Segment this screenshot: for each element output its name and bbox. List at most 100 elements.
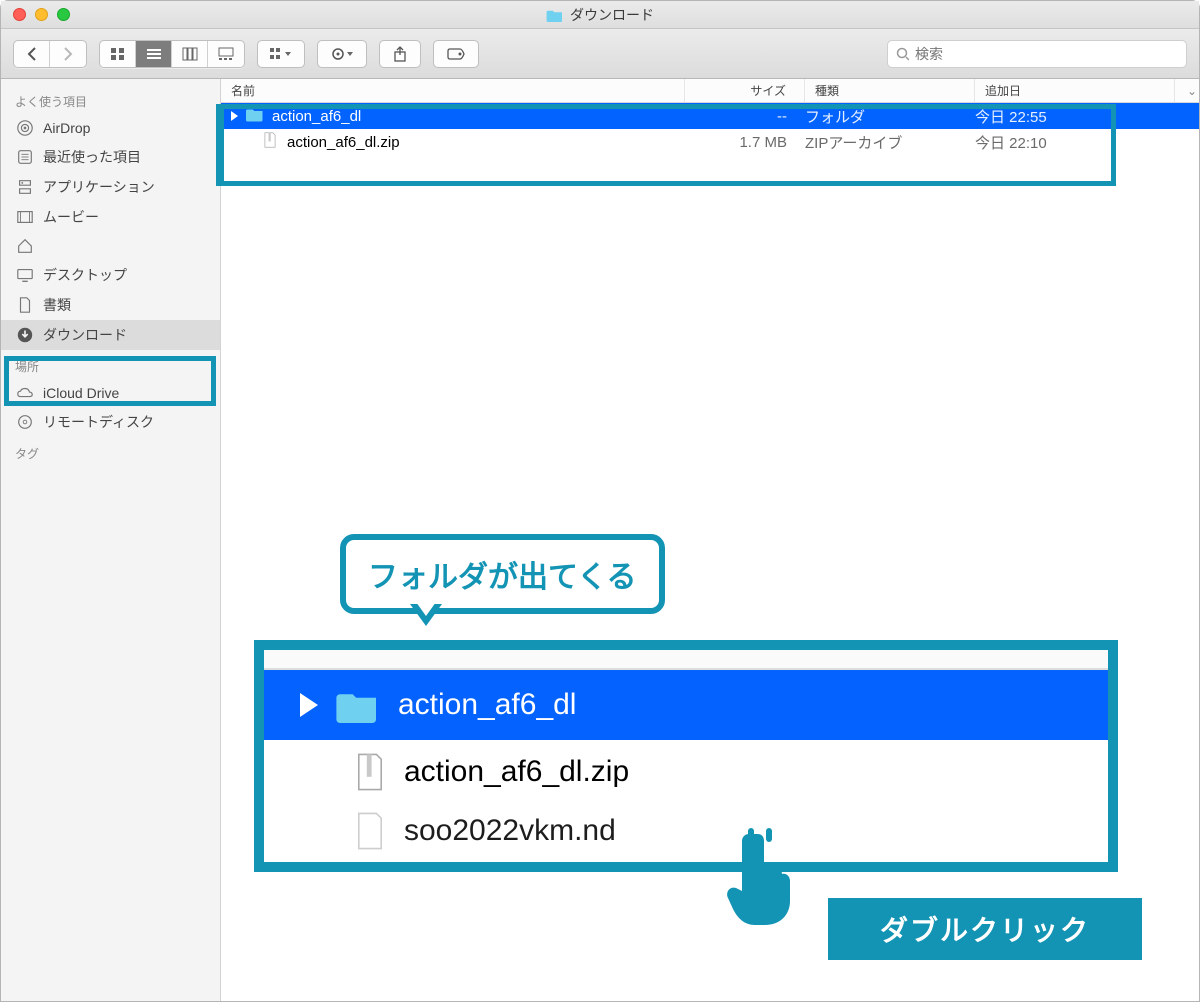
desktop-icon xyxy=(15,266,35,284)
column-kind[interactable]: 種類 xyxy=(805,79,975,102)
sidebar-item-airdrop[interactable]: AirDrop xyxy=(1,114,220,142)
file-row-zip[interactable]: action_af6_dl.zip 1.7 MB ZIPアーカイブ 今日 22:… xyxy=(221,129,1199,155)
list-icon xyxy=(146,47,162,61)
column-sort-indicator[interactable]: ⌄ xyxy=(1175,79,1199,102)
sidebar-item-label: リモートディスク xyxy=(43,412,154,432)
file-size: -- xyxy=(685,108,805,125)
tag-icon xyxy=(446,47,466,61)
group-icon xyxy=(270,47,292,61)
recents-icon xyxy=(15,148,35,166)
grid-icon xyxy=(110,47,126,61)
disclosure-triangle-icon[interactable] xyxy=(231,111,238,121)
file-name: action_af6_dl xyxy=(272,108,361,125)
zoom-window-button[interactable] xyxy=(57,8,70,21)
column-headers: 名前 サイズ 種類 追加日 ⌄ xyxy=(221,79,1199,103)
group-by-button[interactable] xyxy=(257,40,305,68)
sidebar-item-remote-disc[interactable]: リモートディスク xyxy=(1,407,220,437)
movies-icon xyxy=(15,208,35,226)
chevron-right-icon xyxy=(62,47,74,61)
disc-icon xyxy=(15,413,35,431)
file-kind: フォルダ xyxy=(805,106,975,127)
home-icon xyxy=(15,237,35,255)
sidebar-item-recents[interactable]: 最近使った項目 xyxy=(1,142,220,172)
toolbar xyxy=(1,29,1199,79)
share-icon xyxy=(392,46,408,62)
column-view-button[interactable] xyxy=(172,41,208,67)
action-menu-button[interactable] xyxy=(317,40,367,68)
chevron-left-icon xyxy=(26,47,38,61)
annotation-double-click-label: ダブルクリック xyxy=(828,898,1142,960)
annotation-callout-tail xyxy=(410,604,442,626)
forward-button[interactable] xyxy=(50,41,86,67)
sidebar-section-locations: 場所 xyxy=(1,350,220,379)
tags-button[interactable] xyxy=(433,40,479,68)
sidebar-item-label: 書類 xyxy=(43,295,71,315)
view-mode-buttons xyxy=(99,40,245,68)
file-date: 今日 22:10 xyxy=(975,132,1199,153)
icloud-icon xyxy=(15,384,35,402)
file-icon xyxy=(354,811,386,851)
back-button[interactable] xyxy=(14,41,50,67)
gallery-icon xyxy=(218,47,234,61)
sidebar-item-desktop[interactable]: デスクトップ xyxy=(1,260,220,290)
downloads-icon xyxy=(15,326,35,344)
sidebar-section-tags: タグ xyxy=(1,437,220,466)
file-name: action_af6_dl.zip xyxy=(287,134,400,151)
zoom-file-name: action_af6_dl xyxy=(398,688,576,722)
share-button[interactable] xyxy=(379,40,421,68)
minimize-window-button[interactable] xyxy=(35,8,48,21)
sidebar-item-label: ダウンロード xyxy=(43,325,127,345)
sidebar-item-label: アプリケーション xyxy=(43,177,155,197)
sidebar-item-applications[interactable]: アプリケーション xyxy=(1,172,220,202)
gear-icon xyxy=(330,47,354,61)
file-kind: ZIPアーカイブ xyxy=(805,132,975,153)
nav-buttons xyxy=(13,40,87,68)
search-input[interactable] xyxy=(915,46,1178,62)
search-icon xyxy=(896,47,909,61)
folder-icon xyxy=(546,8,564,22)
sidebar-item-label: デスクトップ xyxy=(43,265,127,285)
window-title-text: ダウンロード xyxy=(570,5,654,25)
list-view-button[interactable] xyxy=(136,41,172,67)
annotation-double-click-text: ダブルクリック xyxy=(880,909,1090,949)
window-title: ダウンロード xyxy=(546,5,654,25)
sidebar-item-downloads[interactable]: ダウンロード xyxy=(1,320,220,350)
gallery-view-button[interactable] xyxy=(208,41,244,67)
sidebar-item-label: AirDrop xyxy=(43,120,90,136)
file-date: 今日 22:55 xyxy=(975,106,1199,127)
traffic-lights xyxy=(13,8,70,21)
file-size: 1.7 MB xyxy=(685,134,805,151)
folder-icon xyxy=(336,687,380,723)
column-date[interactable]: 追加日 xyxy=(975,79,1175,102)
file-row-folder[interactable]: action_af6_dl -- フォルダ 今日 22:55 xyxy=(221,103,1199,129)
zip-icon xyxy=(354,752,386,792)
sidebar-item-label: ムービー xyxy=(43,207,99,227)
zoom-row-partial: soo2022vkm.nd xyxy=(264,804,1108,858)
annotation-zoom-box: action_af6_dl action_af6_dl.zip soo2022v… xyxy=(254,640,1118,872)
disclosure-triangle-icon xyxy=(300,693,318,717)
zoom-file-name: action_af6_dl.zip xyxy=(404,755,629,789)
annotation-callout-text: フォルダが出てくる xyxy=(368,561,637,594)
column-name[interactable]: 名前 xyxy=(221,79,685,102)
column-size[interactable]: サイズ xyxy=(685,79,805,102)
sidebar: よく使う項目 AirDrop 最近使った項目 アプリケーション ムービー xyxy=(1,79,221,1001)
zoom-row-zip: action_af6_dl.zip xyxy=(264,740,1108,804)
zip-icon xyxy=(261,132,279,152)
sidebar-item-home[interactable] xyxy=(1,232,220,260)
icon-view-button[interactable] xyxy=(100,41,136,67)
folder-icon xyxy=(246,106,264,126)
applications-icon xyxy=(15,178,35,196)
sidebar-item-documents[interactable]: 書類 xyxy=(1,290,220,320)
close-window-button[interactable] xyxy=(13,8,26,21)
sidebar-item-label: 最近使った項目 xyxy=(43,147,141,167)
sidebar-item-icloud[interactable]: iCloud Drive xyxy=(1,379,220,407)
columns-icon xyxy=(182,47,198,61)
airdrop-icon xyxy=(15,119,35,137)
zoom-file-name: soo2022vkm.nd xyxy=(404,814,616,848)
sidebar-item-movies[interactable]: ムービー xyxy=(1,202,220,232)
titlebar: ダウンロード xyxy=(1,1,1199,29)
documents-icon xyxy=(15,296,35,314)
zoom-row-folder: action_af6_dl xyxy=(264,670,1108,740)
search-box[interactable] xyxy=(887,40,1187,68)
annotation-callout: フォルダが出てくる xyxy=(340,534,665,614)
